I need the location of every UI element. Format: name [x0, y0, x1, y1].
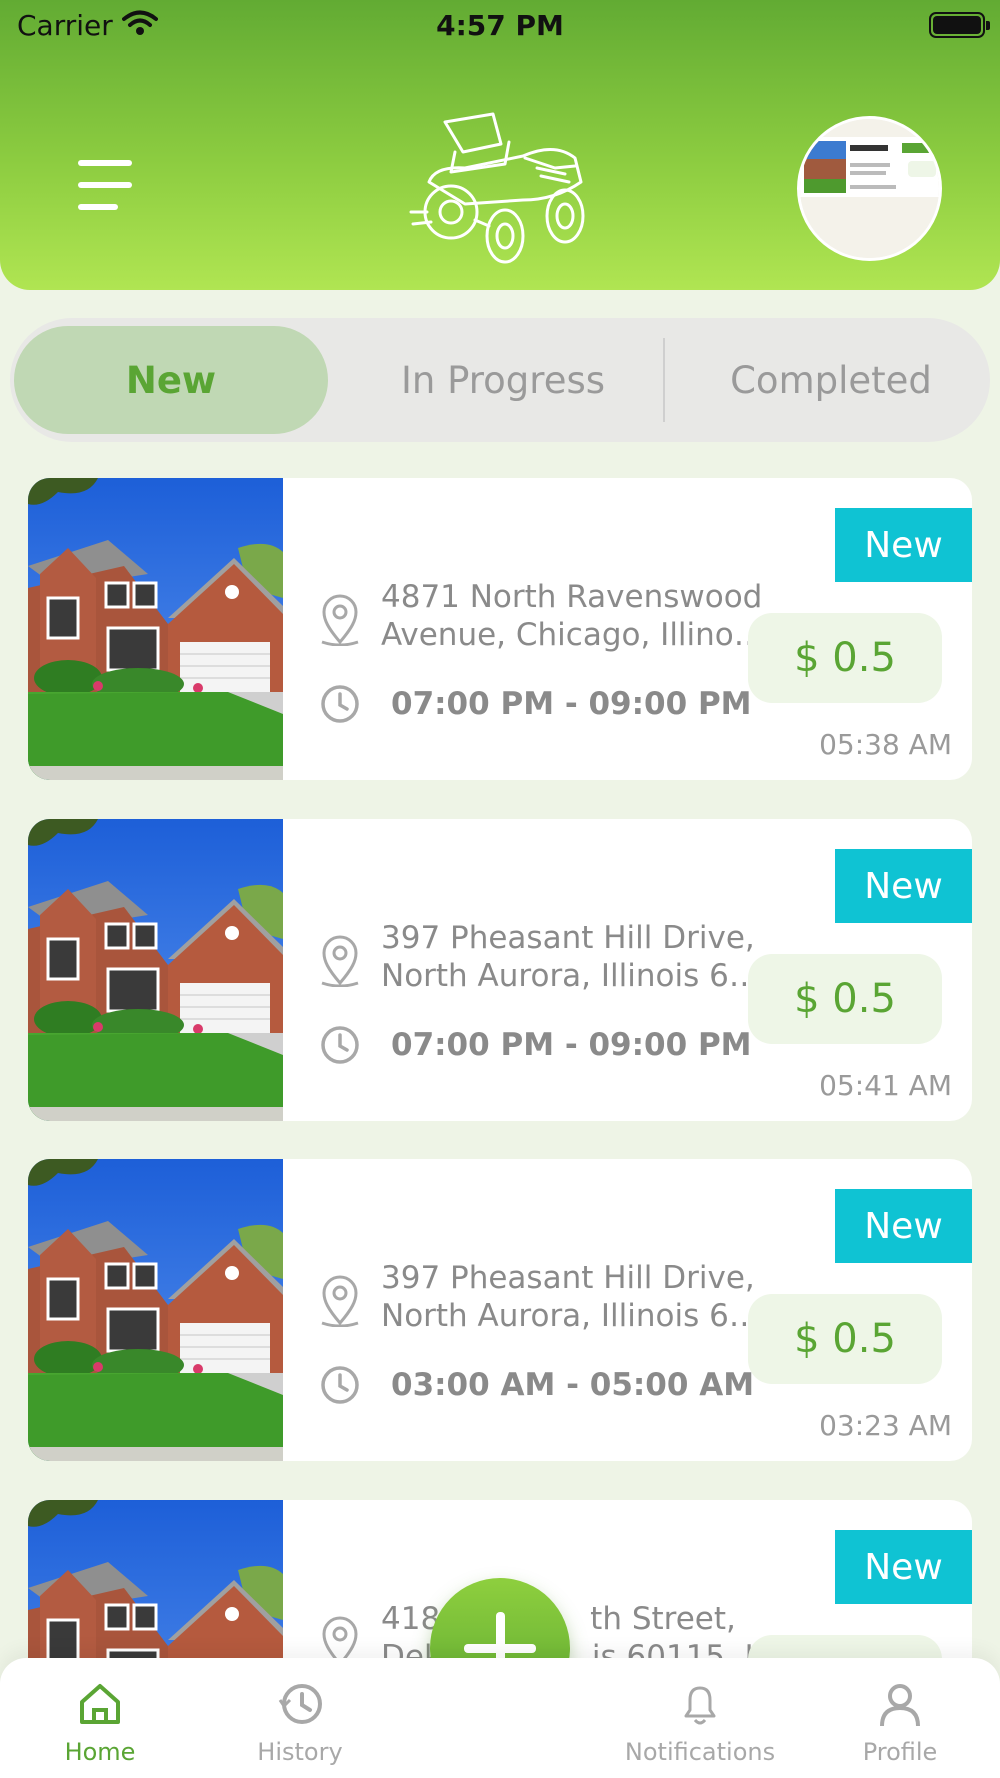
- house-photo: [28, 1159, 283, 1461]
- person-icon: [880, 1684, 920, 1727]
- lawn-tractor-icon: [409, 112, 585, 264]
- posted-time: 03:23 AM: [819, 1409, 952, 1442]
- location-pin-icon: [318, 594, 362, 650]
- address-line1-tail: th Street,: [590, 1601, 736, 1637]
- time-window: 03:00 AM - 05:00 AM: [391, 1367, 755, 1403]
- nav-home-label: Home: [64, 1738, 136, 1766]
- menu-bar: [78, 182, 132, 188]
- address-line1: 397 Pheasant Hill Drive,: [381, 920, 755, 956]
- history-icon: [278, 1684, 322, 1724]
- time-window: 07:00 PM - 09:00 PM: [391, 686, 752, 722]
- clock-icon: [320, 1365, 360, 1409]
- nav-notifications-label: Notifications: [624, 1738, 776, 1766]
- location-pin-icon: [318, 935, 362, 991]
- address-line2: North Aurora, Illinois 60...: [381, 1298, 771, 1334]
- avatar[interactable]: [797, 116, 942, 261]
- address-line1: 4871 North Ravenswood: [381, 579, 763, 615]
- status-bar: Carrier 4:57 PM: [0, 0, 1000, 52]
- price-pill: $ 0.5: [748, 1294, 942, 1384]
- location-pin-icon: [318, 1616, 362, 1658]
- order-address: 397 Pheasant Hill Drive, North Aurora, Il…: [381, 919, 771, 995]
- nav-home[interactable]: Home: [20, 1678, 180, 1774]
- nav-profile-label: Profile: [862, 1738, 938, 1766]
- address-line1: 397 Pheasant Hill Drive,: [381, 1260, 755, 1296]
- address-line2: Avenue, Chicago, Illinois...: [381, 617, 771, 653]
- tab-completed[interactable]: Completed: [672, 326, 990, 434]
- status-badge: New: [835, 849, 972, 923]
- tab-divider: [663, 338, 665, 422]
- posted-time: 05:38 AM: [819, 728, 952, 761]
- menu-bar: [78, 204, 118, 210]
- nav-history[interactable]: History: [220, 1678, 380, 1774]
- order-address: 4871 North Ravenswood Avenue, Chicago, Il…: [381, 578, 771, 654]
- order-card[interactable]: New 397 Pheasant Hill Drive, North Aurora,…: [28, 819, 972, 1121]
- time-window: 07:00 PM - 09:00 PM: [391, 1027, 752, 1063]
- clock-icon: [320, 1025, 360, 1069]
- status-badge: New: [835, 508, 972, 582]
- price-pill: $ 0.5: [748, 613, 942, 703]
- address-line2: North Aurora, Illinois 60...: [381, 958, 771, 994]
- order-list: New 4871 North Ravenswood Avenue, Chicago,…: [28, 478, 972, 1658]
- order-card[interactable]: New 397 Pheasant Hill Drive, North Aurora,…: [28, 1159, 972, 1461]
- nav-profile[interactable]: Profile: [820, 1678, 980, 1774]
- price-pill: [748, 1635, 942, 1658]
- menu-bar: [78, 160, 132, 166]
- status-tabs: New In Progress Completed: [10, 318, 990, 442]
- address-line2-tail: is 60115, U: [591, 1639, 768, 1658]
- status-badge: New: [835, 1530, 972, 1604]
- bottom-nav: Home History Notifications Profile: [0, 1658, 1000, 1778]
- app-header: Carrier 4:57 PM: [0, 0, 1000, 290]
- house-photo: [28, 819, 283, 1121]
- house-photo: [28, 478, 283, 780]
- location-pin-icon: [318, 1275, 362, 1331]
- bell-icon: [684, 1686, 716, 1725]
- status-time: 4:57 PM: [436, 9, 564, 42]
- posted-time: 05:41 AM: [819, 1069, 952, 1102]
- house-photo: [28, 1500, 283, 1658]
- price-pill: $ 0.5: [748, 954, 942, 1044]
- clock-icon: [320, 684, 360, 728]
- menu-button[interactable]: [74, 158, 136, 216]
- battery-icon: [929, 12, 990, 38]
- nav-notifications[interactable]: Notifications: [620, 1678, 780, 1774]
- plus-icon: [464, 1644, 536, 1653]
- order-card[interactable]: New 4871 North Ravenswood Avenue, Chicago,…: [28, 478, 972, 780]
- tab-new[interactable]: New: [14, 326, 328, 434]
- tab-in-progress[interactable]: In Progress: [344, 326, 662, 434]
- status-badge: New: [835, 1189, 972, 1263]
- order-address: 397 Pheasant Hill Drive, North Aurora, Il…: [381, 1259, 771, 1335]
- profile-photo: [800, 119, 939, 258]
- home-icon: [80, 1684, 120, 1724]
- nav-history-label: History: [257, 1738, 343, 1766]
